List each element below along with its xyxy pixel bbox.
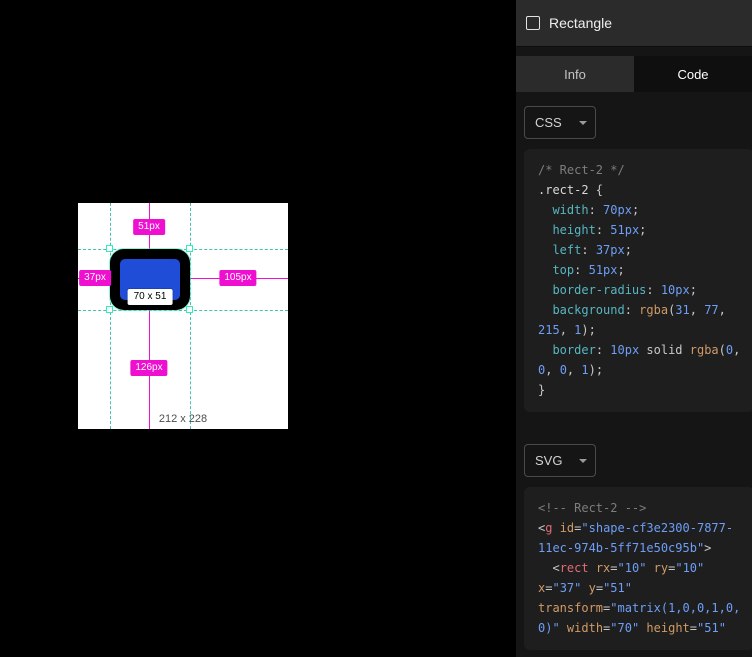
checkbox-icon[interactable] <box>526 16 540 30</box>
code-line: border: 10px solid rgba(0, 0, 0, 1); <box>538 340 744 380</box>
tab-code[interactable]: Code <box>634 56 752 92</box>
code-line: top: 51px; <box>538 260 744 280</box>
code-line: width: 70px; <box>538 200 744 220</box>
chevron-down-icon <box>579 459 587 463</box>
tab-info[interactable]: Info <box>516 56 634 92</box>
svg-code-block: <!-- Rect-2 --><g id="shape-cf3e2300-787… <box>524 487 752 650</box>
code-line: <rect rx="10" ry="10" x="37" y="51" tran… <box>538 558 744 638</box>
artboard-size-label: 212 x 228 <box>78 413 288 425</box>
panel-tabs: Info Code <box>516 56 752 92</box>
inspect-panel: Rectangle Info Code CSS /* Rect-2 */.rec… <box>516 0 752 657</box>
measurement-badge-top: 51px <box>133 219 165 235</box>
css-language-select-value: CSS <box>535 115 562 130</box>
css-language-select[interactable]: CSS <box>524 106 596 139</box>
shape-size-badge: 70 x 51 <box>128 289 173 305</box>
code-line: .rect-2 { <box>538 180 744 200</box>
svg-language-select-value: SVG <box>535 453 562 468</box>
measure-line-vertical <box>149 203 150 429</box>
code-line: height: 51px; <box>538 220 744 240</box>
selection-handle-top-right[interactable] <box>186 245 193 252</box>
panel-header: Rectangle <box>516 0 752 47</box>
code-line: /* Rect-2 */ <box>538 160 744 180</box>
guide-shape-left <box>110 203 111 429</box>
panel-body: CSS /* Rect-2 */.rect-2 { width: 70px; h… <box>516 106 752 650</box>
selection-handle-bottom-left[interactable] <box>106 306 113 313</box>
selected-shape-title: Rectangle <box>549 15 612 31</box>
guide-shape-right <box>190 203 191 429</box>
code-line: left: 37px; <box>538 240 744 260</box>
code-line: border-radius: 10px; <box>538 280 744 300</box>
measurement-badge-left: 37px <box>79 270 111 286</box>
canvas[interactable]: 51px 37px 105px 126px 70 x 51 212 x 228 <box>0 0 516 657</box>
code-line: <!-- Rect-2 --> <box>538 498 744 518</box>
code-line: <g id="shape-cf3e2300-7877-11ec-974b-5ff… <box>538 518 744 558</box>
code-line: } <box>538 380 744 400</box>
measurement-badge-right: 105px <box>219 270 256 286</box>
selection-handle-top-left[interactable] <box>106 245 113 252</box>
measurement-badge-bottom: 126px <box>130 360 167 376</box>
code-line: background: rgba(31, 77, 215, 1); <box>538 300 744 340</box>
css-code-block: /* Rect-2 */.rect-2 { width: 70px; heigh… <box>524 149 752 412</box>
selection-handle-bottom-right[interactable] <box>186 306 193 313</box>
svg-language-select[interactable]: SVG <box>524 444 596 477</box>
chevron-down-icon <box>579 121 587 125</box>
